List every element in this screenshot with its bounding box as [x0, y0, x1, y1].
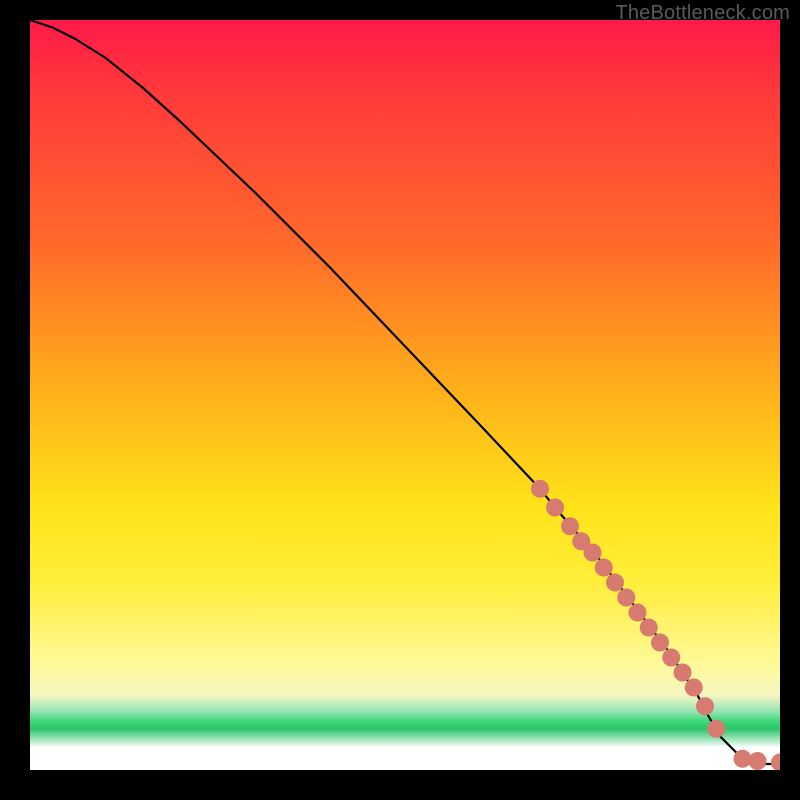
- data-point: [546, 499, 564, 517]
- plot-area: [30, 20, 780, 770]
- data-point: [629, 604, 647, 622]
- data-point: [561, 517, 579, 535]
- data-point: [651, 634, 669, 652]
- data-point: [662, 649, 680, 667]
- data-point: [617, 589, 635, 607]
- data-point: [707, 720, 725, 738]
- data-point: [674, 664, 692, 682]
- data-point: [696, 697, 714, 715]
- chart-svg: [30, 20, 780, 770]
- data-point: [749, 752, 767, 770]
- data-point: [606, 574, 624, 592]
- data-point: [771, 754, 780, 771]
- data-point: [685, 679, 703, 697]
- data-point: [640, 619, 658, 637]
- chart-container: TheBottleneck.com: [0, 0, 800, 800]
- data-point: [584, 544, 602, 562]
- data-point: [595, 559, 613, 577]
- data-point: [531, 480, 549, 498]
